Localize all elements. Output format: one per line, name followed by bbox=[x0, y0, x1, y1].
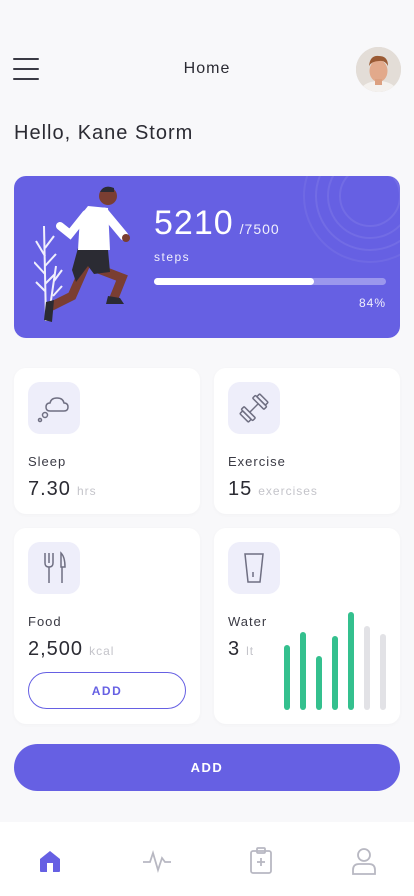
steps-progress-fill bbox=[154, 278, 315, 285]
food-card[interactable]: Food 2,500 kcal ADD bbox=[14, 528, 200, 724]
water-value: 3 lt bbox=[228, 638, 254, 661]
water-card[interactable]: Water 3 lt bbox=[214, 528, 400, 724]
steps-goal: /7500 bbox=[239, 221, 280, 237]
steps-percent: 84% bbox=[358, 296, 386, 310]
avatar[interactable] bbox=[356, 47, 401, 92]
water-bar bbox=[380, 634, 386, 710]
home-icon bbox=[40, 851, 60, 872]
steps-label: steps bbox=[154, 250, 191, 264]
fork-knife-icon bbox=[28, 542, 80, 594]
water-intake-bars bbox=[284, 612, 394, 710]
sleep-value: 7.30 hrs bbox=[28, 478, 97, 501]
exercise-value-number: 15 bbox=[228, 478, 253, 500]
food-unit: kcal bbox=[89, 644, 115, 658]
food-label: Food bbox=[28, 614, 62, 629]
page-title: Home bbox=[183, 60, 231, 77]
add-button[interactable]: ADD bbox=[14, 744, 400, 791]
steps-value: 5210/7500 bbox=[154, 204, 280, 243]
tab-home[interactable] bbox=[33, 844, 67, 878]
food-value-number: 2,500 bbox=[28, 638, 84, 660]
steps-progress-bar bbox=[154, 278, 386, 285]
sleep-unit: hrs bbox=[76, 484, 97, 498]
tab-profile[interactable] bbox=[347, 844, 381, 878]
food-value: 2,500 kcal bbox=[28, 638, 114, 661]
tab-activity[interactable] bbox=[140, 844, 174, 878]
exercise-value: 15 exercises bbox=[228, 478, 318, 501]
water-unit: lt bbox=[246, 644, 255, 658]
exercise-label: Exercise bbox=[228, 454, 286, 469]
greeting-text: Hello, Kane Storm bbox=[14, 122, 194, 144]
water-bar bbox=[364, 626, 370, 710]
runner-illustration bbox=[34, 186, 130, 322]
exercise-card[interactable]: Exercise 15 exercises bbox=[214, 368, 400, 514]
user-icon bbox=[352, 848, 376, 875]
water-bar bbox=[316, 656, 322, 710]
water-bar bbox=[348, 612, 354, 710]
steps-card[interactable]: 5210/7500 steps 84% bbox=[14, 176, 400, 338]
food-add-button[interactable]: ADD bbox=[28, 672, 186, 709]
sleep-value-number: 7.30 bbox=[28, 478, 71, 500]
decorative-rings bbox=[303, 176, 400, 263]
app-header: Home bbox=[0, 44, 414, 96]
clipboard-plus-icon bbox=[250, 847, 272, 874]
water-value-number: 3 bbox=[228, 638, 241, 660]
water-bar bbox=[332, 636, 338, 710]
water-bar bbox=[300, 632, 306, 710]
water-bar bbox=[284, 645, 290, 710]
exercise-unit: exercises bbox=[258, 484, 318, 498]
tab-health[interactable] bbox=[244, 844, 278, 878]
sleep-card[interactable]: Sleep 7.30 hrs bbox=[14, 368, 200, 514]
sleep-label: Sleep bbox=[28, 454, 67, 469]
glass-icon bbox=[228, 542, 280, 594]
bottom-tab-bar bbox=[0, 822, 414, 896]
activity-pulse-icon bbox=[143, 849, 171, 874]
dumbbell-icon bbox=[228, 382, 280, 434]
steps-count: 5210 bbox=[154, 204, 234, 242]
sleep-cloud-icon bbox=[28, 382, 80, 434]
water-label: Water bbox=[228, 614, 268, 629]
